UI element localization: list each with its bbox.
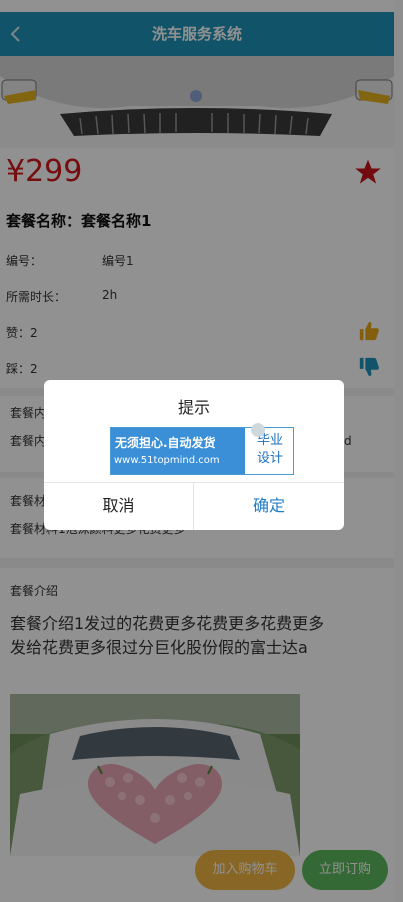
banner-left: 无须担心.自动发货 www.51topmind.com xyxy=(111,428,245,474)
banner-url: www.51topmind.com xyxy=(114,455,220,466)
dialog-title: 提示 xyxy=(177,398,210,417)
banner-text: 无须担心.自动发货 xyxy=(115,436,216,450)
confirm-button[interactable]: 确定 xyxy=(194,483,344,530)
loading-indicator xyxy=(246,418,270,442)
dialog-buttons: 取消 确定 xyxy=(44,482,344,530)
alert-dialog: 提示 无须担心.自动发货 www.51topmind.com 毕业 设计 取消 … xyxy=(44,380,344,530)
cancel-button[interactable]: 取消 xyxy=(44,483,194,530)
